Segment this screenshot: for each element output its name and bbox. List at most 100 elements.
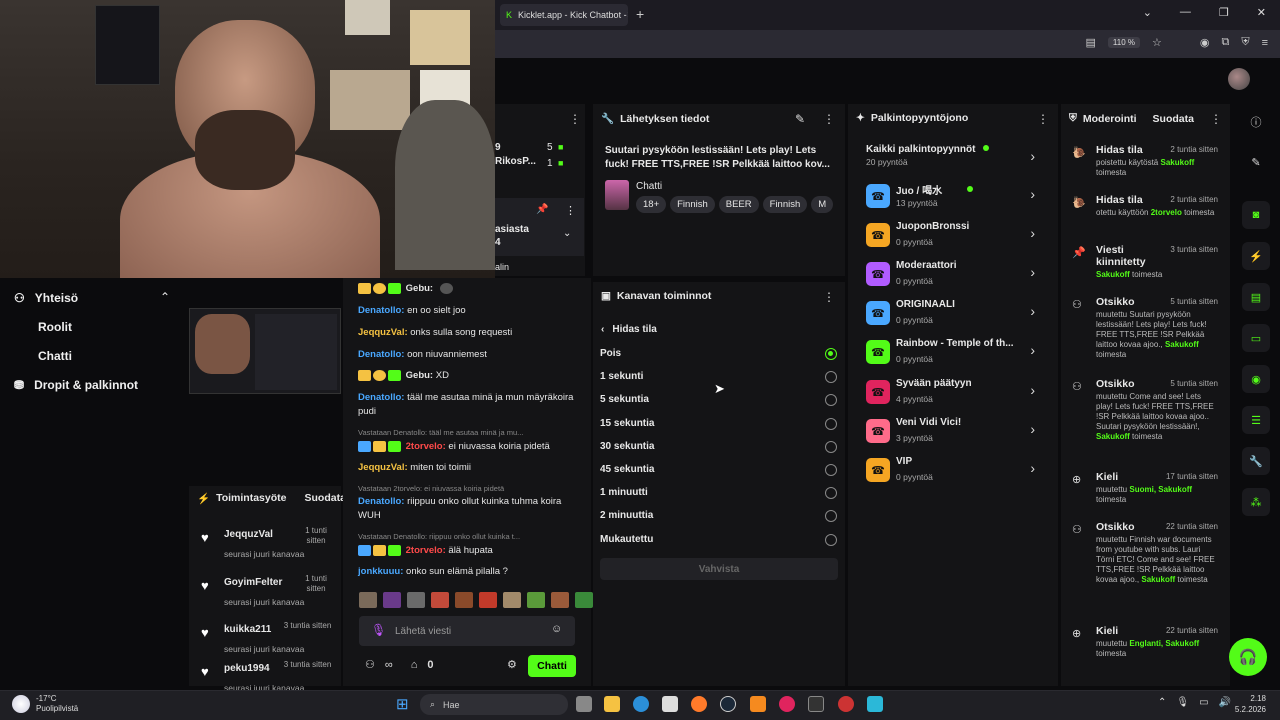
- chat-username[interactable]: Denatollo:: [358, 392, 404, 403]
- new-tab-icon[interactable]: +: [636, 6, 644, 22]
- taskbar-search[interactable]: ⌕ Hae: [420, 694, 568, 715]
- slow-mode-option[interactable]: Mukautettu: [600, 534, 653, 545]
- reply-context[interactable]: Vastataan Denatollo: tääl me asutaa minä…: [358, 428, 583, 437]
- nav-drops-rewards[interactable]: ⛃ Dropit & palkinnot: [14, 378, 138, 392]
- kebab-icon[interactable]: ⋮: [1037, 112, 1049, 126]
- activity-user[interactable]: JeqquzVal: [224, 529, 273, 540]
- activity-user[interactable]: peku1994: [224, 663, 270, 674]
- slow-mode-option[interactable]: 2 minuuttia: [600, 510, 653, 521]
- radio[interactable]: [825, 534, 837, 546]
- radio[interactable]: [825, 487, 837, 499]
- pin-icon[interactable]: 📌: [536, 204, 548, 215]
- kebab-icon[interactable]: ⋮: [565, 204, 576, 217]
- slow-mode-option[interactable]: 1 minuutti: [600, 487, 648, 498]
- nav-chat[interactable]: Chatti: [38, 349, 72, 363]
- emote[interactable]: [551, 592, 569, 608]
- browser-tab[interactable]: K Kicklet.app - Kick Chatbot - ✕: [500, 4, 628, 26]
- radio[interactable]: [825, 510, 837, 522]
- emote[interactable]: [503, 592, 521, 608]
- chevron-up-icon[interactable]: ⌃: [1158, 697, 1166, 708]
- activity-user[interactable]: kuikka211: [224, 624, 271, 635]
- reply-context[interactable]: Vastataan 2torvelo: ei niuvassa koiria p…: [358, 484, 583, 493]
- slow-mode-option[interactable]: Pois: [600, 348, 621, 359]
- tag[interactable]: Finnish: [762, 196, 808, 213]
- chat-bubble-icon[interactable]: ▭: [1242, 324, 1270, 352]
- tag[interactable]: Finnish: [670, 196, 715, 213]
- store-icon[interactable]: ⌂: [411, 659, 418, 671]
- emote[interactable]: [407, 592, 425, 608]
- clock[interactable]: 2.18 5.2.2026: [1235, 693, 1266, 715]
- close-window-icon[interactable]: ✕: [1257, 6, 1266, 19]
- opera-icon[interactable]: [779, 696, 795, 712]
- slow-mode-option[interactable]: 30 sekuntia: [600, 441, 654, 452]
- chat-username[interactable]: 2torvelo:: [406, 545, 446, 556]
- chat-username[interactable]: Gebu:: [406, 283, 433, 294]
- category-thumbnail[interactable]: [605, 180, 629, 210]
- bolt-icon[interactable]: ⚡: [1242, 242, 1270, 270]
- microphone-icon[interactable]: 🎙: [1176, 697, 1189, 708]
- emoji-icon[interactable]: ☺: [551, 623, 562, 635]
- back-button[interactable]: ‹ Hidas tila: [601, 324, 657, 335]
- infinity-icon[interactable]: ∞: [385, 659, 393, 671]
- radio[interactable]: [825, 418, 837, 430]
- slow-mode-option[interactable]: 5 sekuntia: [600, 394, 649, 405]
- reward-row[interactable]: ☎ Syvään päätyyn 4 pyyntöä ›: [866, 376, 1051, 412]
- add-widget-icon[interactable]: ⁂: [1242, 488, 1270, 516]
- slow-mode-option[interactable]: 1 sekunti: [600, 371, 643, 382]
- emote[interactable]: [359, 592, 377, 608]
- chat-username[interactable]: 2torvelo:: [406, 441, 446, 452]
- confirm-button[interactable]: Vahvista: [600, 558, 838, 580]
- edge-icon[interactable]: [633, 696, 649, 712]
- app-icon[interactable]: [838, 696, 854, 712]
- stream-preview[interactable]: [189, 308, 341, 394]
- reward-row[interactable]: ☎ Moderaattori 0 pyyntöä ›: [866, 258, 1051, 294]
- broadcast-icon[interactable]: ◉: [1242, 365, 1270, 393]
- reward-row[interactable]: ☎ Veni Vidi Vici! 3 pyyntöä ›: [866, 415, 1051, 451]
- chat-username[interactable]: Denatollo:: [358, 496, 404, 507]
- chat-input[interactable]: Lähetä viesti: [359, 616, 575, 646]
- nav-roles[interactable]: Roolit: [38, 320, 72, 334]
- category-name[interactable]: Chatti: [636, 181, 662, 192]
- tag[interactable]: M: [811, 196, 834, 213]
- settings-icon[interactable]: ⚙: [507, 658, 517, 671]
- vlc-icon[interactable]: [750, 696, 766, 712]
- wrench-icon[interactable]: 🔧: [1242, 447, 1270, 475]
- reply-context[interactable]: Vastataan Denatollo: riippuu onko ollut …: [358, 532, 583, 541]
- reward-row[interactable]: ☎ ORIGINAALI 0 pyyntöä ›: [866, 297, 1051, 333]
- camera-icon[interactable]: ◙: [1242, 201, 1270, 229]
- emote[interactable]: [479, 592, 497, 608]
- radio[interactable]: [825, 441, 837, 453]
- emote[interactable]: [455, 592, 473, 608]
- network-icon[interactable]: ▭: [1199, 697, 1208, 708]
- edit-icon[interactable]: ✎: [1242, 148, 1270, 176]
- store-icon[interactable]: [662, 696, 678, 712]
- kebab-icon[interactable]: ⋮: [823, 290, 835, 304]
- radio[interactable]: [825, 371, 837, 383]
- notepad-icon[interactable]: [867, 696, 883, 712]
- activity-user[interactable]: GoyimFelter: [224, 577, 282, 588]
- kebab-icon[interactable]: ⋮: [569, 112, 581, 126]
- reward-row[interactable]: ☎ JuoponBronssi 0 pyyntöä ›: [866, 219, 1051, 255]
- steam-icon[interactable]: [720, 696, 736, 712]
- chevron-down-icon[interactable]: ⌄: [563, 228, 571, 239]
- edit-icon[interactable]: ✎: [795, 112, 805, 126]
- slow-mode-option[interactable]: 45 sekuntia: [600, 464, 654, 475]
- chat-username[interactable]: Denatollo:: [358, 349, 404, 360]
- extensions-icon[interactable]: ⧉: [1221, 36, 1229, 49]
- chat-username[interactable]: Denatollo:: [358, 305, 404, 316]
- terminal-icon[interactable]: [808, 696, 824, 712]
- task-view-icon[interactable]: [576, 696, 592, 712]
- chat-username[interactable]: jonkkuuu:: [358, 566, 403, 577]
- emote[interactable]: [383, 592, 401, 608]
- all-rewards-row[interactable]: Kaikki palkintopyynnöt 20 pyyntöä ›: [866, 142, 1051, 178]
- nav-community[interactable]: ⚇ Yhteisö: [14, 291, 78, 305]
- zoom-level[interactable]: 110 %: [1107, 37, 1140, 48]
- restore-icon[interactable]: ❐: [1219, 6, 1229, 19]
- tag[interactable]: BEER: [718, 196, 759, 213]
- windows-start-icon[interactable]: ⊞: [396, 695, 409, 713]
- reader-view-icon[interactable]: ▤: [1085, 36, 1095, 49]
- chat-username[interactable]: JeqquzVal:: [358, 327, 408, 338]
- chat-username[interactable]: Gebu:: [406, 370, 433, 381]
- chevron-down-icon[interactable]: ⌄: [1143, 6, 1152, 19]
- kebab-icon[interactable]: ⋮: [823, 112, 835, 126]
